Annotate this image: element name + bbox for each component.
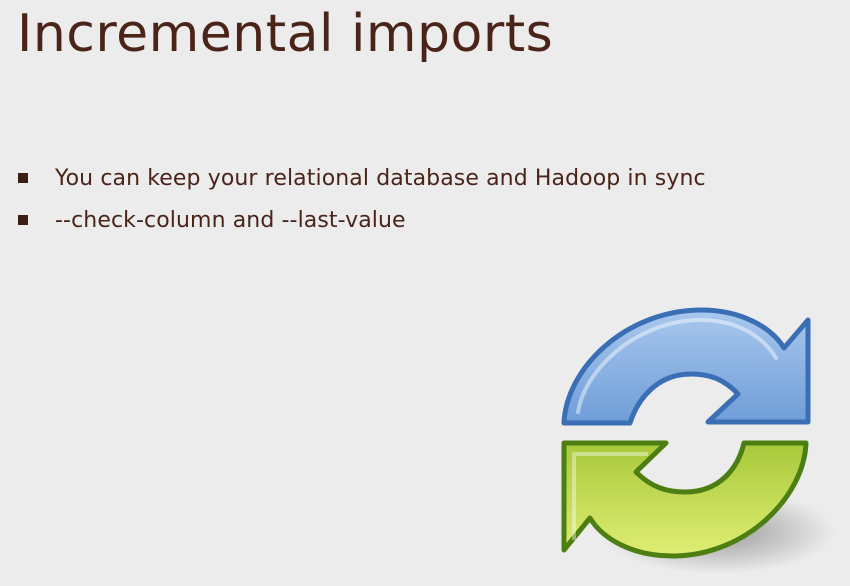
bullet-square-icon: [18, 173, 28, 183]
bullet-item: You can keep your relational database an…: [18, 161, 706, 195]
top-arrow-icon: [561, 307, 811, 426]
bullet-text: You can keep your relational database an…: [55, 165, 706, 191]
slide-title: Incremental imports: [17, 4, 554, 64]
bullet-square-icon: [18, 215, 28, 225]
bullet-text: --check-column and --last-value: [55, 207, 406, 233]
bullet-list: You can keep your relational database an…: [18, 161, 706, 245]
bullet-item: --check-column and --last-value: [18, 203, 706, 237]
refresh-icon: [561, 307, 836, 574]
